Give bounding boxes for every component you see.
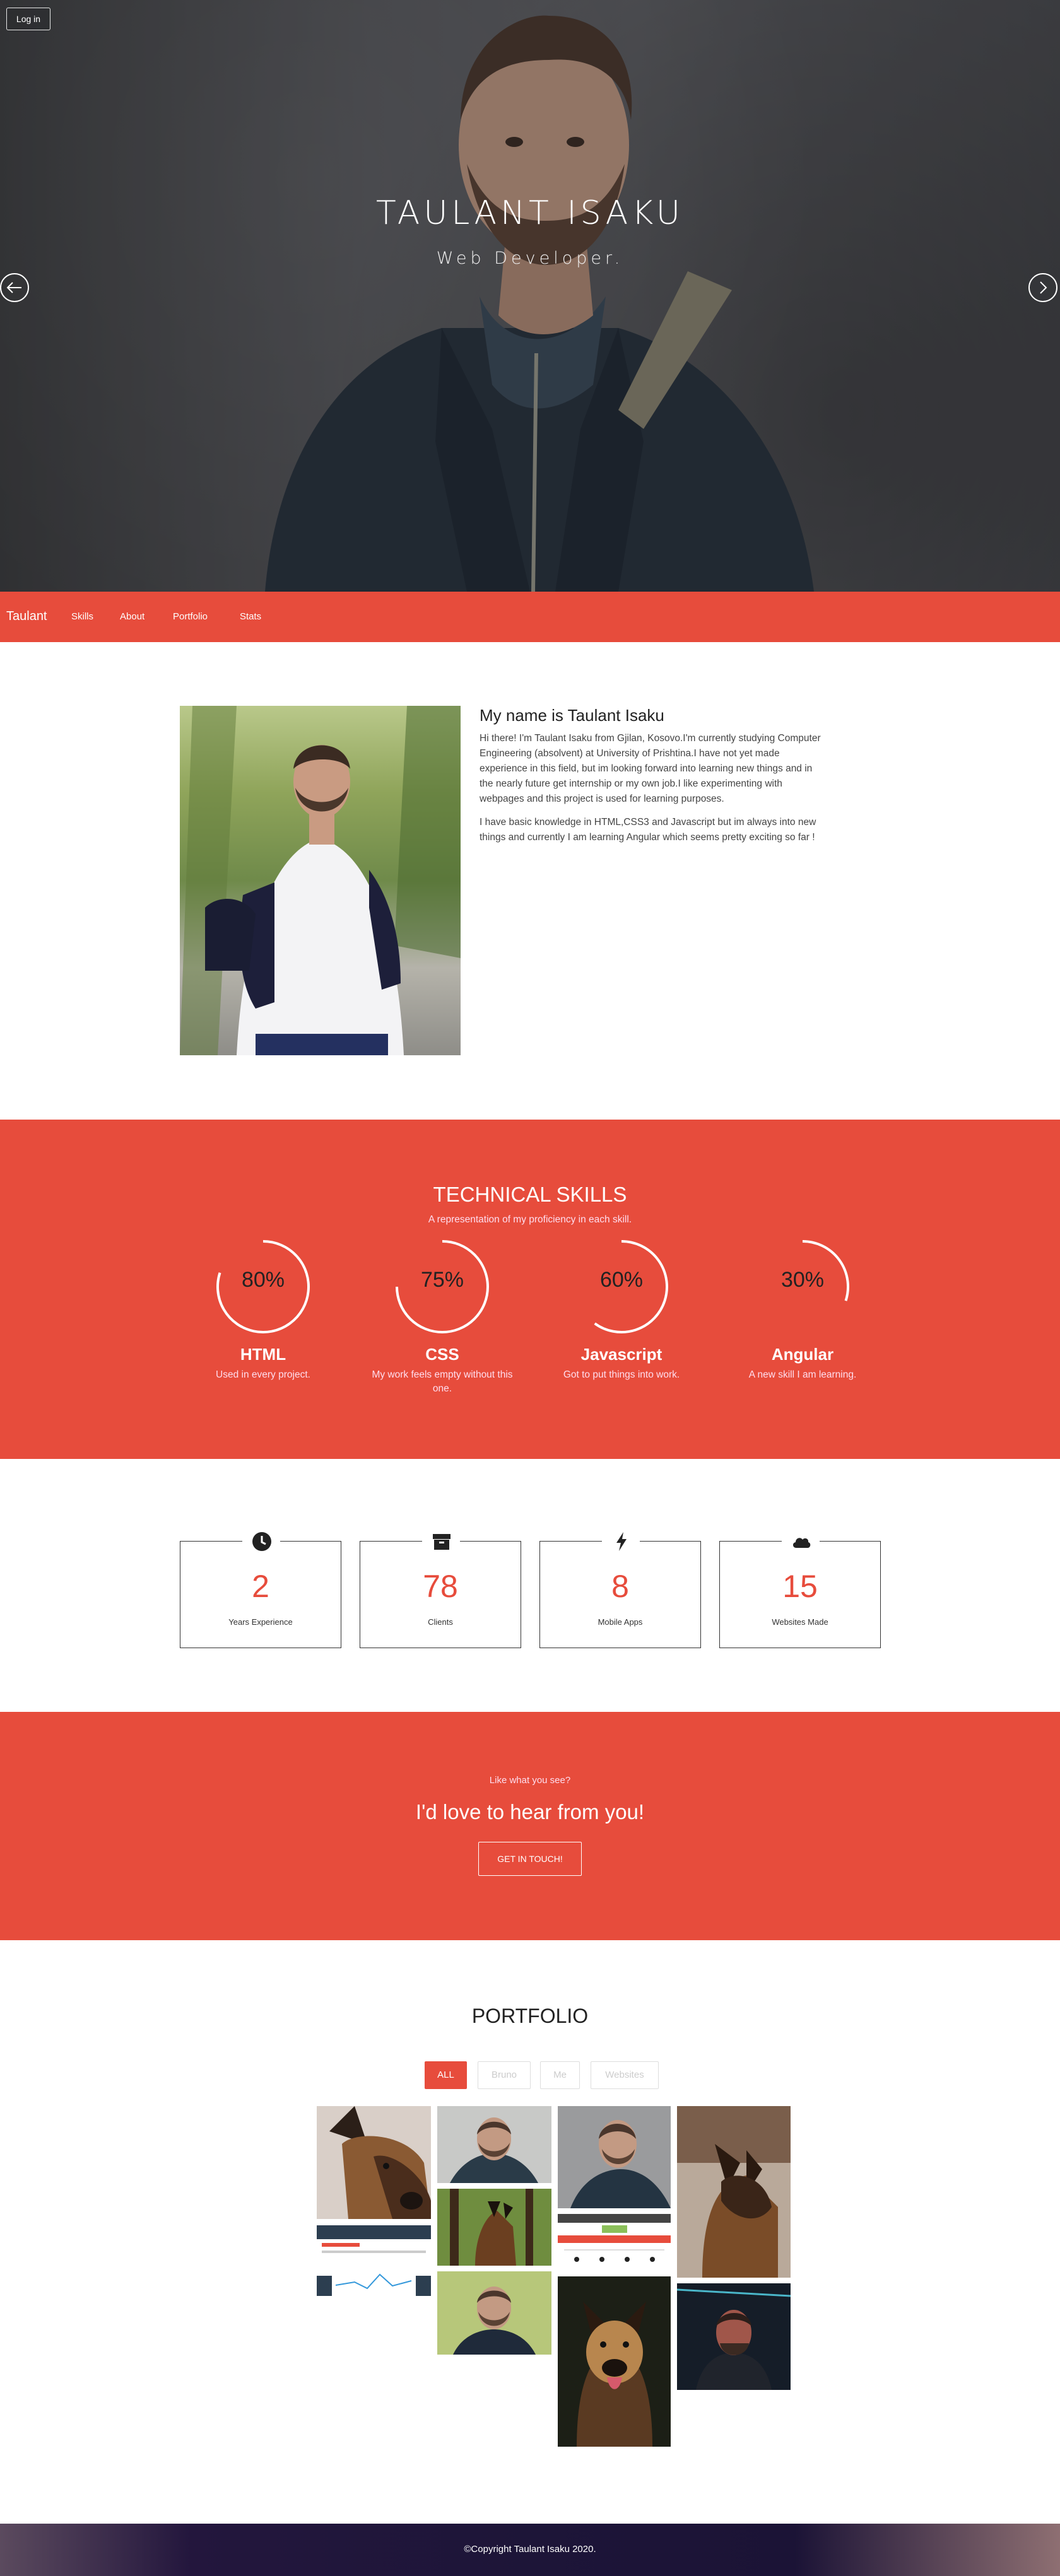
skill-name: CSS — [425, 1345, 459, 1364]
footer: ©Copyright Taulant Isaku 2020. — [0, 2524, 1060, 2576]
stat-label: Years Experience — [228, 1617, 293, 1627]
skill-percent: 30% — [780, 1268, 825, 1292]
get-in-touch-button[interactable]: GET IN TOUCH! — [478, 1842, 582, 1876]
skills-title: TECHNICAL SKILLS — [433, 1183, 627, 1206]
footer-copyright: ©Copyright Taulant Isaku 2020. — [464, 2544, 596, 2555]
portfolio-item-website-landing[interactable] — [558, 2214, 671, 2271]
about-heading: My name is Taulant Isaku — [480, 706, 664, 725]
chevron-right-icon — [1040, 281, 1047, 294]
filter-all-button[interactable]: ALL — [425, 2061, 467, 2089]
cloud-icon — [792, 1538, 811, 1548]
contact-section: Like what you see? I'd love to hear from… — [0, 1712, 1060, 1940]
stat-years-experience: 2 Years Experience — [180, 1528, 341, 1648]
nav-item-skills[interactable]: Skills — [71, 611, 93, 622]
stat-number: 8 — [611, 1569, 629, 1604]
skills-section: TECHNICAL SKILLS A representation of my … — [0, 1120, 1060, 1459]
hero-section: Log in TAULANT ISAKU Web Developer. — [0, 0, 1060, 592]
portfolio-item-portrait-2[interactable] — [437, 2271, 551, 2355]
contact-tagline: Like what you see? — [489, 1775, 571, 1786]
skill-description: Used in every project. — [216, 1369, 310, 1380]
stat-clients: 78 Clients — [360, 1528, 521, 1648]
portfolio-item-portrait-1[interactable] — [437, 2106, 551, 2183]
skill-javascript: 60% Javascript Got to put things into wo… — [530, 1236, 713, 1382]
stat-label: Mobile Apps — [598, 1617, 643, 1627]
about-paragraph-1: Hi there! I'm Taulant Isaku from Gjilan,… — [480, 733, 821, 804]
carousel-next-button[interactable] — [1028, 273, 1057, 302]
skill-description: A new skill I am learning. — [748, 1369, 857, 1380]
skill-percent: 80% — [241, 1268, 285, 1292]
skill-name: Javascript — [580, 1345, 662, 1364]
about-paragraph-2: I have basic knowledge in HTML,CSS3 and … — [480, 817, 816, 843]
portfolio-item-website-stats[interactable] — [317, 2225, 431, 2296]
portfolio-item-dog-portrait[interactable] — [558, 2276, 671, 2447]
portfolio-item-dog[interactable] — [317, 2106, 431, 2219]
stat-mobile-apps: 8 Mobile Apps — [539, 1528, 701, 1648]
skill-angular: 30% Angular A new skill I am learning. — [711, 1236, 894, 1382]
filter-websites-button[interactable]: Websites — [591, 2061, 659, 2089]
arrow-left-icon — [6, 282, 21, 293]
nav-item-stats[interactable]: Stats — [240, 611, 261, 622]
stat-label: Websites Made — [772, 1617, 828, 1627]
filter-bruno-button[interactable]: Bruno — [478, 2061, 531, 2089]
page: Log in TAULANT ISAKU Web Developer. Taul… — [0, 0, 1060, 2576]
skill-description: Got to put things into work. — [563, 1369, 680, 1380]
stat-number: 15 — [782, 1569, 818, 1604]
clock-icon — [252, 1532, 271, 1551]
nav-item-about[interactable]: About — [120, 611, 144, 622]
skill-name: HTML — [240, 1345, 286, 1364]
nav-brand[interactable]: Taulant — [6, 609, 47, 624]
stat-websites-made: 15 Websites Made — [719, 1528, 881, 1648]
skill-name: Angular — [771, 1345, 834, 1364]
contact-heading: I'd love to hear from you! — [415, 1800, 645, 1824]
navbar: Taulant Skills About Portfolio Stats — [0, 592, 1060, 642]
archive-box-icon — [433, 1534, 450, 1550]
nav-item-portfolio[interactable]: Portfolio — [173, 611, 208, 622]
skills-subtitle: A representation of my proficiency in ea… — [428, 1214, 632, 1225]
portfolio-item-dog-side[interactable] — [677, 2106, 791, 2278]
login-button[interactable]: Log in — [6, 8, 50, 30]
portfolio-item-portrait-neon[interactable] — [677, 2283, 791, 2390]
skill-description: My work feels empty without this one. — [372, 1369, 513, 1394]
portfolio-title: PORTFOLIO — [471, 2005, 589, 2027]
hero-title: TAULANT ISAKU — [376, 194, 684, 232]
portfolio-item-dog-forest[interactable] — [437, 2189, 551, 2266]
about-photo — [180, 706, 461, 1055]
skill-percent: 60% — [599, 1268, 644, 1292]
skill-html: 80% HTML Used in every project. — [172, 1236, 355, 1382]
skill-css: 75% CSS My work feels empty without this… — [351, 1236, 534, 1396]
skill-percent: 75% — [420, 1268, 464, 1292]
stat-label: Clients — [428, 1617, 453, 1627]
hero-subtitle: Web Developer. — [436, 249, 624, 268]
stat-number: 2 — [252, 1569, 269, 1604]
carousel-prev-button[interactable] — [0, 273, 29, 302]
filter-me-button[interactable]: Me — [540, 2061, 580, 2089]
portfolio-item-portrait-3[interactable] — [558, 2106, 671, 2208]
lightning-bolt-icon — [616, 1532, 627, 1551]
stat-number: 78 — [423, 1569, 458, 1604]
